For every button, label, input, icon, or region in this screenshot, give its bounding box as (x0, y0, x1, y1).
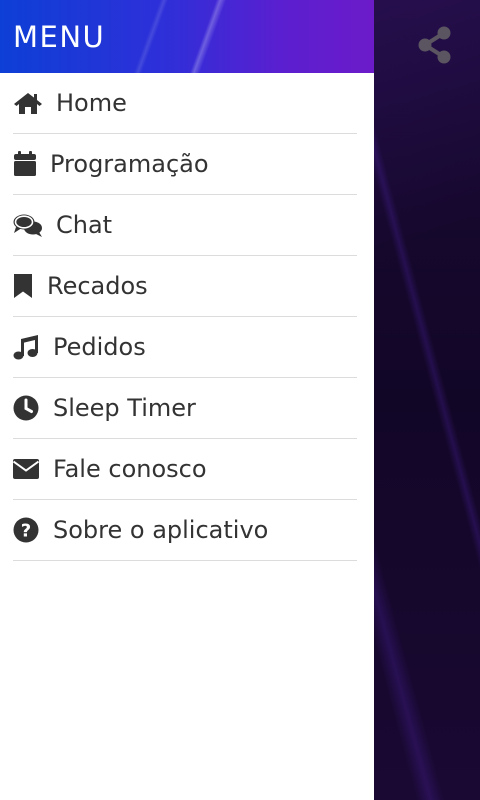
bookmark-icon (13, 272, 47, 300)
navigation-drawer: MENU Home Programação Chat Recados Pedid… (0, 0, 374, 800)
share-icon (418, 26, 452, 69)
menu-item-programacao[interactable]: Programação (13, 134, 357, 195)
chat-icon (13, 211, 56, 239)
menu-item-label: Sleep Timer (53, 394, 196, 422)
question-circle-icon: ? (13, 516, 53, 544)
menu-item-label: Recados (47, 272, 148, 300)
drawer-title: MENU (13, 19, 106, 54)
menu-item-home[interactable]: Home (13, 73, 357, 134)
clock-icon (13, 394, 53, 422)
svg-text:?: ? (21, 521, 31, 542)
menu-item-pedidos[interactable]: Pedidos (13, 317, 357, 378)
menu-item-label: Sobre o aplicativo (53, 516, 269, 544)
menu-item-label: Chat (56, 211, 113, 239)
menu-item-sobre[interactable]: ? Sobre o aplicativo (13, 500, 357, 561)
menu-item-chat[interactable]: Chat (13, 195, 357, 256)
menu-item-recados[interactable]: Recados (13, 256, 357, 317)
menu-item-label: Programação (50, 150, 209, 178)
share-button[interactable] (414, 26, 456, 68)
menu-item-label: Pedidos (53, 333, 146, 361)
menu-item-label: Fale conosco (53, 455, 207, 483)
envelope-icon (13, 455, 53, 483)
drawer-header: MENU (0, 0, 374, 73)
music-note-icon (13, 333, 53, 361)
menu-item-sleep-timer[interactable]: Sleep Timer (13, 378, 357, 439)
home-icon (13, 89, 56, 117)
menu-item-label: Home (56, 89, 127, 117)
menu-item-fale-conosco[interactable]: Fale conosco (13, 439, 357, 500)
calendar-icon (13, 150, 50, 178)
menu-list: Home Programação Chat Recados Pedidos Sl… (0, 73, 374, 561)
